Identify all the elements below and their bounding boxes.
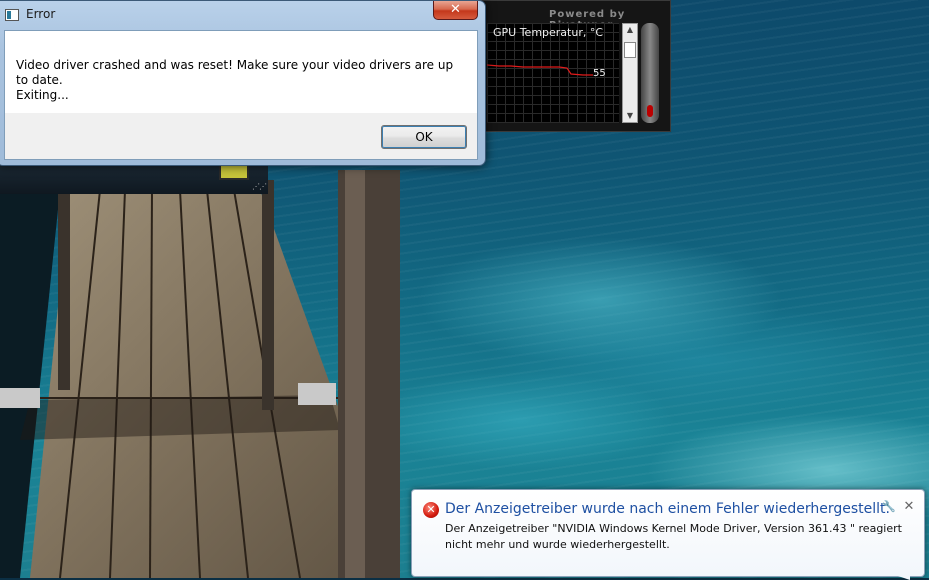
error-message: Video driver crashed and was reset! Make…	[16, 58, 454, 102]
dialog-titlebar[interactable]: Error ✕	[0, 1, 485, 29]
dialog-content: Video driver crashed and was reset! Make…	[4, 30, 478, 160]
error-dialog: Error ✕ Video driver crashed and was res…	[0, 0, 486, 166]
wrench-options-icon[interactable]: 🔧	[882, 501, 896, 513]
ok-button[interactable]: OK	[381, 125, 467, 149]
scroll-up-arrow-icon[interactable]: ▲	[623, 24, 637, 36]
graph-current-value: 55	[593, 68, 606, 79]
level-meter	[641, 23, 659, 123]
notification-headline: Der Anzeigetreiber wurde nach einem Fehl…	[445, 501, 890, 517]
notification-body: Der Anzeigetreiber "NVIDIA Windows Kerne…	[445, 522, 902, 551]
balloon-tail	[898, 576, 910, 580]
notification-close-icon[interactable]: ✕	[902, 500, 916, 514]
hardware-monitor-widget: Powered by Rivatuner GPU Temperatur, °C …	[478, 0, 671, 132]
driver-recovery-notification[interactable]: ✕ Der Anzeigetreiber wurde nach einem Fe…	[411, 489, 925, 580]
tray-app-icon[interactable]	[219, 164, 249, 180]
scroll-thumb[interactable]	[624, 42, 636, 58]
resize-grip-icon[interactable]: ⋰⋰	[252, 182, 267, 191]
error-icon: ✕	[423, 502, 439, 518]
graph-title: GPU Temperatur, °C	[493, 26, 604, 39]
graph-scrollbar[interactable]: ▲ ▼	[622, 23, 638, 123]
dialog-title: Error	[26, 7, 56, 21]
scroll-down-arrow-icon[interactable]: ▼	[623, 110, 637, 122]
dialog-footer: OK	[5, 113, 477, 159]
dialog-close-button[interactable]: ✕	[433, 1, 478, 20]
window-app-icon	[5, 9, 19, 21]
